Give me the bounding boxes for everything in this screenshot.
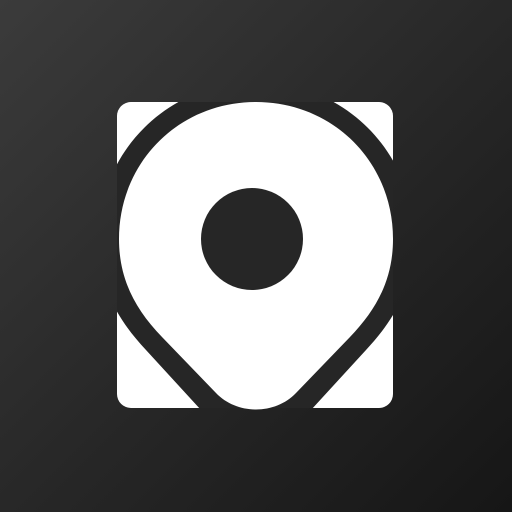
app-icon-canvas bbox=[0, 0, 512, 512]
map-pin-logo-icon bbox=[117, 102, 393, 410]
pin-hole bbox=[201, 188, 303, 290]
